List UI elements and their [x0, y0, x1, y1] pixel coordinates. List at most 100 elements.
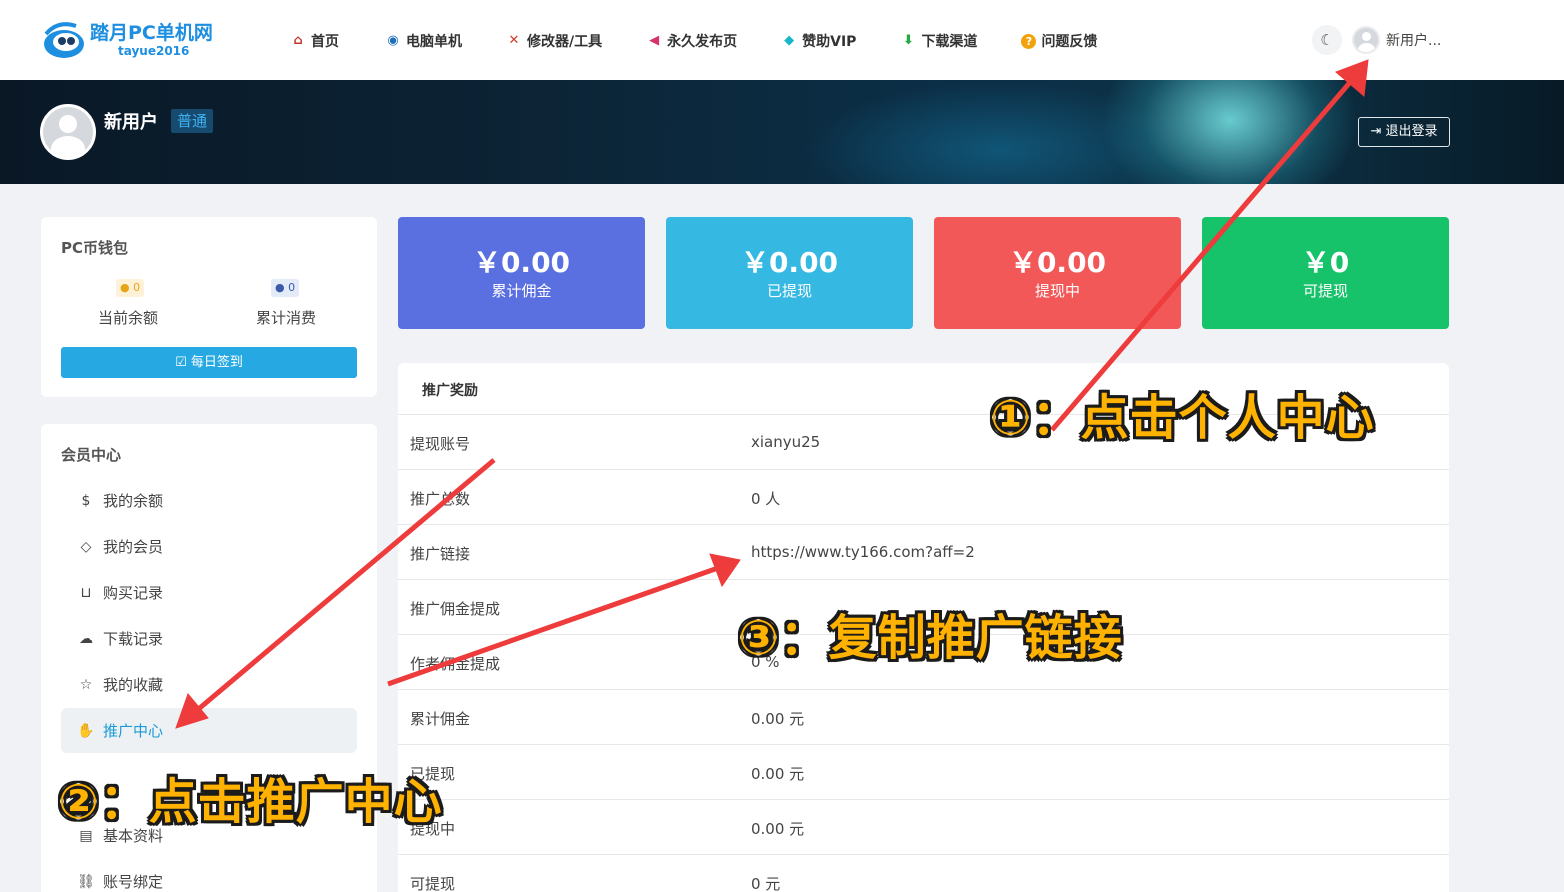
nav-feedback[interactable]: ? 问题反馈: [1021, 30, 1097, 52]
house-icon: ⌂: [293, 33, 303, 48]
table-row: 推广链接 https://www.ty166.com?aff=2: [398, 525, 1449, 580]
nav-pc-games-label: 电脑单机: [406, 34, 462, 50]
menu-item-account-binding[interactable]: ⛓ 账号绑定: [61, 859, 357, 892]
hand-coin-icon: ✋: [77, 722, 95, 739]
wallet-card: PC币钱包 ● 0 ● 0 当前余额 累计消费 ☑ 每日签到: [41, 217, 377, 397]
stat-withdrawing: ￥0.00 提现中: [934, 217, 1181, 329]
menu-item-downloads[interactable]: ☁ 下载记录: [61, 616, 357, 661]
top-navbar: 踏月PC单机网 tayue2016 ⌂ 首页 ◉ 电脑单机 ✕ 修改器/工具 ◀…: [0, 0, 1564, 80]
row-key: 可提现: [410, 875, 456, 892]
dollar-circle-icon: $: [81, 492, 91, 509]
nav-tools-label: 修改器/工具: [527, 34, 603, 50]
row-key: 推广佣金提成: [410, 600, 501, 618]
member-center-title: 会员中心: [61, 446, 122, 464]
tools-icon: ✕: [508, 33, 520, 48]
coin-icon: ●: [275, 281, 285, 294]
table-row: 可提现 0 元: [398, 855, 1449, 892]
nav-vip[interactable]: ◆ 赞助VIP: [781, 30, 856, 52]
main-nav: ⌂ 首页 ◉ 电脑单机 ✕ 修改器/工具 ◀ 永久发布页 ◆ 赞助VIP ⬇ 下…: [290, 30, 1097, 52]
row-key: 推广总数: [410, 490, 471, 508]
stat-total-commission: ￥0.00 累计佣金: [398, 217, 645, 329]
site-subtitle: tayue2016: [118, 44, 190, 58]
row-value: 0 元: [751, 875, 781, 892]
nav-release-page-label: 永久发布页: [667, 34, 738, 50]
balance-label: 当前余额: [98, 309, 159, 327]
nav-vip-label: 赞助VIP: [802, 34, 857, 50]
site-title: 踏月PC单机网: [90, 22, 213, 44]
spent-label: 累计消费: [256, 309, 317, 327]
logout-label: 退出登录: [1385, 124, 1438, 139]
annotation-step2: ②：点击推广中心: [58, 774, 443, 830]
menu-item-label: 我的会员: [103, 538, 164, 556]
logo-mascot-icon: [44, 22, 84, 58]
stat-withdrawable: ￥0 可提现: [1202, 217, 1449, 329]
row-key: 累计佣金: [410, 710, 471, 728]
nav-home[interactable]: ⌂ 首页: [290, 30, 339, 52]
row-value: 0.00 元: [751, 820, 805, 838]
row-key: 推广链接: [410, 545, 471, 563]
profile-avatar: [40, 104, 96, 160]
checkbox-icon: ☑: [175, 355, 187, 370]
row-value: 0.00 元: [751, 710, 805, 728]
stat-value: ￥0.00: [1008, 246, 1107, 279]
annotation-step3: ③：复制推广链接: [738, 610, 1123, 666]
nav-download-channels-label: 下载渠道: [921, 34, 978, 50]
stat-label: 累计佣金: [491, 282, 552, 300]
spent-badge: ● 0: [271, 279, 300, 297]
basket-icon: ⊔: [80, 584, 92, 601]
menu-item-label: 购买记录: [103, 584, 164, 602]
stat-label: 已提现: [766, 282, 812, 300]
signin-label: 每日签到: [190, 355, 243, 370]
stat-value: ￥0.00: [472, 246, 571, 279]
header-username: 新用户...: [1386, 33, 1442, 49]
menu-item-label: 账号绑定: [103, 873, 164, 891]
row-value: xianyu25: [751, 433, 821, 451]
stat-withdrawn: ￥0.00 已提现: [666, 217, 913, 329]
nav-pc-games[interactable]: ◉ 电脑单机: [385, 30, 462, 52]
user-center-link[interactable]: 新用户...: [1352, 25, 1441, 55]
coin-icon: ●: [120, 281, 130, 294]
avatar: [1352, 26, 1380, 54]
wallet-title: PC币钱包: [61, 239, 129, 257]
nav-home-label: 首页: [311, 34, 339, 50]
star-icon: ☆: [79, 676, 93, 693]
menu-item-label: 推广中心: [103, 722, 164, 740]
stat-value: ￥0.00: [740, 246, 839, 279]
link-icon: ⛓: [77, 873, 95, 890]
stat-value: ￥0: [1301, 246, 1350, 279]
logout-button[interactable]: ⇥ 退出登录: [1358, 117, 1450, 147]
row-value: 0.00 元: [751, 765, 805, 783]
nav-feedback-label: 问题反馈: [1041, 34, 1098, 50]
table-row: 提现中 0.00 元: [398, 800, 1449, 855]
spent-value: 0: [288, 281, 296, 294]
nav-tools[interactable]: ✕ 修改器/工具: [506, 30, 603, 52]
annotation-step1: ①：点击个人中心: [990, 390, 1375, 446]
menu-item-membership[interactable]: ◇ 我的会员: [61, 524, 357, 569]
menu-item-purchases[interactable]: ⊔ 购买记录: [61, 570, 357, 615]
diamond-icon: ◇: [80, 538, 92, 555]
nav-release-page[interactable]: ◀ 永久发布页: [646, 30, 737, 52]
balance-badge: ● 0: [116, 279, 145, 297]
cloud-download-icon: ☁: [79, 630, 93, 647]
menu-item-promotion[interactable]: ✋ 推广中心: [61, 708, 357, 753]
stat-label: 可提现: [1302, 282, 1348, 300]
row-key: 作者佣金提成: [410, 655, 501, 673]
table-row: 推广总数 0 人: [398, 470, 1449, 525]
balance-value: 0: [133, 281, 141, 294]
daily-signin-button[interactable]: ☑ 每日签到: [61, 347, 357, 378]
moon-icon: ☾: [1320, 31, 1334, 49]
download-icon: ⬇: [902, 33, 914, 48]
row-key: 提现账号: [410, 435, 471, 453]
menu-item-balance[interactable]: $ 我的余额: [61, 478, 357, 523]
panel-title: 推广奖励: [422, 383, 478, 399]
menu-item-favorites[interactable]: ☆ 我的收藏: [61, 662, 357, 707]
stat-label: 提现中: [1034, 282, 1080, 300]
site-logo[interactable]: 踏月PC单机网 tayue2016: [40, 14, 230, 64]
row-value: 0 人: [751, 490, 781, 508]
theme-toggle-button[interactable]: ☾: [1312, 25, 1342, 55]
nav-download-channels[interactable]: ⬇ 下载渠道: [900, 30, 977, 52]
user-level-badge: 普通: [171, 109, 214, 133]
question-icon: ?: [1021, 33, 1037, 49]
table-row: 累计佣金 0.00 元: [398, 690, 1449, 745]
promotion-link[interactable]: https://www.ty166.com?aff=2: [751, 543, 975, 561]
